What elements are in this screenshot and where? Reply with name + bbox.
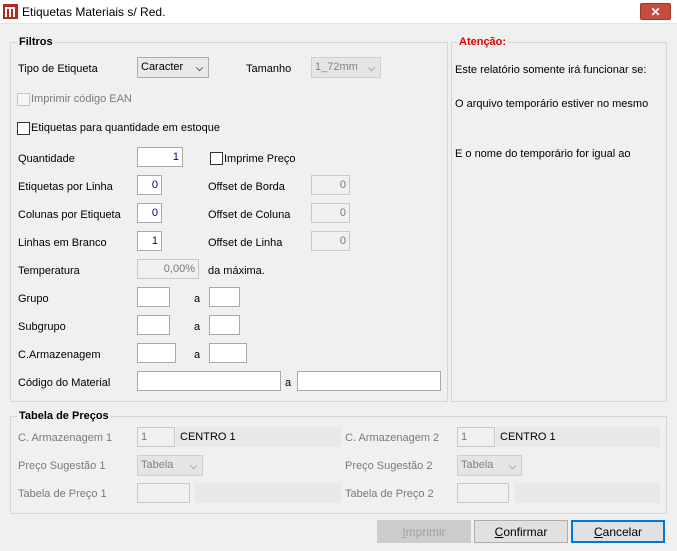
tab2-label: Tabela de Preço 2 — [345, 488, 434, 500]
etq-linha-input[interactable]: 0 — [137, 175, 162, 195]
preco1-value: Tabela — [141, 459, 174, 471]
tipo-etiqueta-value: Caracter — [141, 61, 184, 73]
quantidade-input[interactable]: 1 — [137, 147, 183, 167]
grupo-to-input[interactable] — [209, 287, 240, 307]
preco1-label: Preço Sugestão 1 — [18, 460, 106, 472]
codigo-to-input[interactable] — [297, 371, 441, 391]
offset-borda-label: Offset de Borda — [208, 181, 285, 193]
window-title: Etiquetas Materiais s/ Red. — [22, 5, 166, 19]
codigo-label: Código do Material — [18, 377, 111, 389]
tabela-legend: Tabela de Preços — [17, 410, 111, 422]
close-button[interactable]: ✕ — [640, 3, 671, 20]
chevron-down-icon — [367, 63, 376, 72]
offset-linha-label: Offset de Linha — [208, 237, 283, 249]
armazenagem-range-label: a — [194, 349, 201, 361]
codigo-from-input[interactable] — [137, 371, 281, 391]
offset-linha-input[interactable]: 0 — [311, 231, 350, 251]
imprime-preco-label: Imprime Preço — [224, 153, 296, 165]
arm2-label: C. Armazenagem 2 — [345, 432, 440, 444]
armazenagem-to-input[interactable] — [209, 343, 247, 363]
arm1-label: C. Armazenagem 1 — [18, 432, 113, 444]
chevron-down-icon — [195, 63, 204, 72]
tamanho-value: 1_72mm — [315, 61, 358, 73]
atencao-legend: Atenção: — [457, 36, 509, 48]
subgrupo-range-label: a — [194, 321, 201, 333]
close-icon: ✕ — [650, 4, 661, 19]
tab2-input[interactable] — [457, 483, 509, 503]
imprimir-button[interactable]: Imprimir — [377, 520, 471, 543]
linhas-branco-input[interactable]: 1 — [137, 231, 162, 251]
arm2-desc: CENTRO 1 — [496, 427, 660, 447]
armazenagem-from-input[interactable] — [137, 343, 176, 363]
subgrupo-to-input[interactable] — [209, 315, 240, 335]
codigo-range-label: a — [285, 377, 292, 389]
subgrupo-from-input[interactable] — [137, 315, 170, 335]
arm1-desc: CENTRO 1 — [176, 427, 341, 447]
tab2-desc — [515, 483, 660, 503]
arm1-desc-text: CENTRO 1 — [180, 431, 236, 443]
etq-linha-label: Etiquetas por Linha — [18, 181, 113, 193]
ean-label: Imprimir código EAN — [31, 93, 132, 105]
filtros-legend: Filtros — [17, 36, 55, 48]
offset-coluna-input[interactable]: 0 — [311, 203, 350, 223]
armazenagem-label: C.Armazenagem — [18, 349, 101, 361]
chevron-down-icon — [189, 461, 198, 470]
grupo-from-input[interactable] — [137, 287, 170, 307]
temperatura-label: Temperatura — [18, 265, 80, 277]
preco2-select[interactable]: Tabela — [457, 455, 522, 476]
grupo-label: Grupo — [18, 293, 49, 305]
quantidade-label: Quantidade — [18, 153, 75, 165]
preco2-label: Preço Sugestão 2 — [345, 460, 433, 472]
temperatura-input[interactable]: 0,00% — [137, 259, 199, 279]
ean-checkbox[interactable] — [17, 93, 30, 106]
qtd-estoque-label: Etiquetas para quantidade em estoque — [31, 122, 220, 134]
tipo-etiqueta-select[interactable]: Caracter — [137, 57, 209, 78]
tab1-label: Tabela de Preço 1 — [18, 488, 107, 500]
arm1-input[interactable]: 1 — [137, 427, 175, 447]
confirmar-button[interactable]: Confirmar — [474, 520, 568, 543]
cancelar-button[interactable]: Cancelar — [571, 520, 665, 543]
atencao-line-3: E o nome do temporário for igual ao — [455, 148, 631, 160]
chevron-down-icon — [508, 461, 517, 470]
atencao-line-2: O arquivo temporário estiver no mesmo — [455, 98, 649, 110]
col-etq-input[interactable]: 0 — [137, 203, 162, 223]
imprime-preco-checkbox[interactable] — [210, 152, 223, 165]
tab1-desc — [195, 483, 341, 503]
subgrupo-label: Subgrupo — [18, 321, 66, 333]
arm2-input[interactable]: 1 — [457, 427, 495, 447]
atencao-line-1: Este relatório somente irá funcionar se: — [455, 64, 647, 76]
offset-borda-input[interactable]: 0 — [311, 175, 350, 195]
offset-coluna-label: Offset de Coluna — [208, 209, 291, 221]
tab1-input[interactable] — [137, 483, 190, 503]
temperatura-suffix: da máxima. — [208, 265, 265, 277]
arm2-desc-text: CENTRO 1 — [500, 431, 556, 443]
qtd-estoque-checkbox[interactable] — [17, 122, 30, 135]
preco2-value: Tabela — [461, 459, 494, 471]
preco1-select[interactable]: Tabela — [137, 455, 203, 476]
col-etq-label: Colunas por Etiqueta — [18, 209, 121, 221]
tamanho-select[interactable]: 1_72mm — [311, 57, 381, 78]
grupo-range-label: a — [194, 293, 201, 305]
tamanho-label: Tamanho — [246, 63, 292, 75]
app-logo-icon — [3, 4, 18, 19]
tipo-etiqueta-label: Tipo de Etiqueta — [18, 63, 98, 75]
atencao-group — [451, 42, 667, 402]
linhas-branco-label: Linhas em Branco — [18, 237, 107, 249]
